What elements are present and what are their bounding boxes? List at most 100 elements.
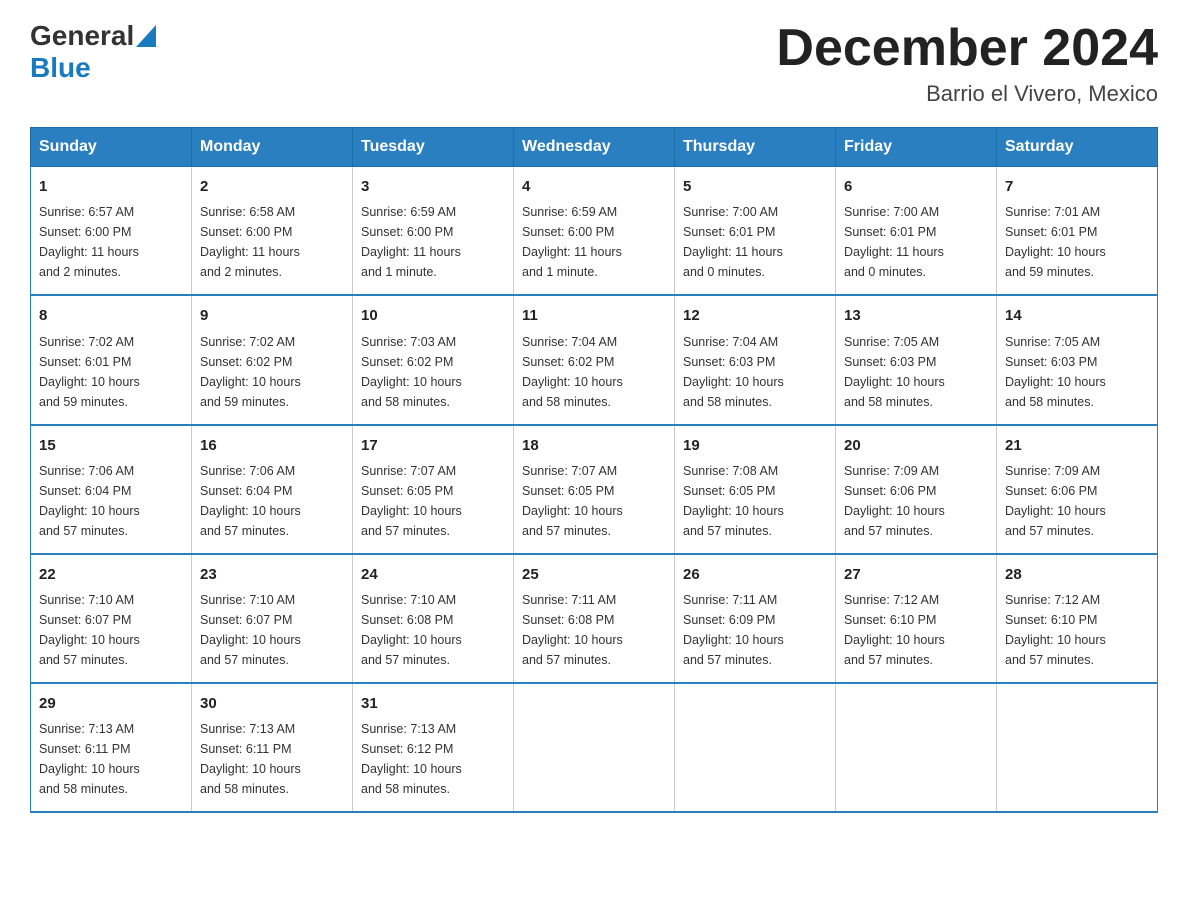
calendar-day-cell: 18 Sunrise: 7:07 AM Sunset: 6:05 PM Dayli… <box>514 425 675 554</box>
day-number: 9 <box>200 304 344 327</box>
calendar-day-cell: 24 Sunrise: 7:10 AM Sunset: 6:08 PM Dayli… <box>353 554 514 683</box>
calendar-day-cell: 30Sunrise: 7:13 AM Sunset: 6:11 PM Dayli… <box>192 683 353 812</box>
day-info: Sunrise: 7:11 AM Sunset: 6:09 PM Dayligh… <box>683 590 827 670</box>
day-number: 6 <box>844 175 988 198</box>
calendar-day-cell: 14 Sunrise: 7:05 AM Sunset: 6:03 PM Dayli… <box>997 295 1158 424</box>
calendar-day-cell: 25 Sunrise: 7:11 AM Sunset: 6:08 PM Dayli… <box>514 554 675 683</box>
day-info: Sunrise: 7:05 AM Sunset: 6:03 PM Dayligh… <box>844 332 988 412</box>
calendar-day-cell: 16Sunrise: 7:06 AM Sunset: 6:04 PM Dayli… <box>192 425 353 554</box>
day-info: Sunrise: 7:07 AM Sunset: 6:05 PM Dayligh… <box>522 461 666 541</box>
day-number: 22 <box>39 563 183 586</box>
day-info: Sunrise: 7:00 AM Sunset: 6:01 PM Dayligh… <box>844 202 988 282</box>
calendar-day-cell: 3Sunrise: 6:59 AM Sunset: 6:00 PM Daylig… <box>353 167 514 296</box>
day-info: Sunrise: 6:57 AM Sunset: 6:00 PM Dayligh… <box>39 202 183 282</box>
day-info: Sunrise: 7:00 AM Sunset: 6:01 PM Dayligh… <box>683 202 827 282</box>
day-number: 27 <box>844 563 988 586</box>
day-of-week-header: Friday <box>836 128 997 167</box>
calendar-day-cell: 9 Sunrise: 7:02 AM Sunset: 6:02 PM Daylig… <box>192 295 353 424</box>
day-of-week-header: Monday <box>192 128 353 167</box>
day-info: Sunrise: 7:02 AM Sunset: 6:01 PM Dayligh… <box>39 332 183 412</box>
day-of-week-header: Sunday <box>31 128 192 167</box>
calendar-day-cell: 17 Sunrise: 7:07 AM Sunset: 6:05 PM Dayli… <box>353 425 514 554</box>
calendar-day-cell <box>514 683 675 812</box>
location-subtitle: Barrio el Vivero, Mexico <box>776 81 1158 107</box>
calendar-week-row: 15 Sunrise: 7:06 AM Sunset: 6:04 PM Dayli… <box>31 425 1158 554</box>
calendar-day-cell: 10 Sunrise: 7:03 AM Sunset: 6:02 PM Dayli… <box>353 295 514 424</box>
calendar-week-row: 22 Sunrise: 7:10 AM Sunset: 6:07 PM Dayli… <box>31 554 1158 683</box>
calendar-day-cell: 11 Sunrise: 7:04 AM Sunset: 6:02 PM Dayli… <box>514 295 675 424</box>
calendar-week-row: 29 Sunrise: 7:13 AM Sunset: 6:11 PM Dayli… <box>31 683 1158 812</box>
day-info: Sunrise: 7:13 AM Sunset: 6:11 PM Dayligh… <box>39 719 183 799</box>
calendar-day-cell <box>997 683 1158 812</box>
logo-blue-text: Blue <box>30 52 91 83</box>
calendar-day-cell: 5 Sunrise: 7:00 AM Sunset: 6:01 PM Daylig… <box>675 167 836 296</box>
calendar-day-cell: 26 Sunrise: 7:11 AM Sunset: 6:09 PM Dayli… <box>675 554 836 683</box>
day-info: Sunrise: 6:59 AM Sunset: 6:00 PM Dayligh… <box>361 202 505 282</box>
month-title: December 2024 <box>776 20 1158 77</box>
calendar-day-cell: 1 Sunrise: 6:57 AM Sunset: 6:00 PM Daylig… <box>31 167 192 296</box>
calendar-day-cell: 15 Sunrise: 7:06 AM Sunset: 6:04 PM Dayli… <box>31 425 192 554</box>
day-info: Sunrise: 7:06 AM Sunset: 6:04 PM Dayligh… <box>39 461 183 541</box>
calendar-week-row: 1 Sunrise: 6:57 AM Sunset: 6:00 PM Daylig… <box>31 167 1158 296</box>
day-info: Sunrise: 7:04 AM Sunset: 6:03 PM Dayligh… <box>683 332 827 412</box>
day-of-week-header: Tuesday <box>353 128 514 167</box>
day-info: Sunrise: 6:59 AM Sunset: 6:00 PM Dayligh… <box>522 202 666 282</box>
day-info: Sunrise: 7:10 AM Sunset: 6:07 PM Dayligh… <box>200 590 344 670</box>
calendar-day-cell: 23 Sunrise: 7:10 AM Sunset: 6:07 PM Dayli… <box>192 554 353 683</box>
day-info: Sunrise: 7:11 AM Sunset: 6:08 PM Dayligh… <box>522 590 666 670</box>
calendar-day-cell: 4 Sunrise: 6:59 AM Sunset: 6:00 PM Daylig… <box>514 167 675 296</box>
day-info: Sunrise: 7:10 AM Sunset: 6:08 PM Dayligh… <box>361 590 505 670</box>
day-number: 7 <box>1005 175 1149 198</box>
calendar-day-cell: 6 Sunrise: 7:00 AM Sunset: 6:01 PM Daylig… <box>836 167 997 296</box>
day-number: 5 <box>683 175 827 198</box>
day-info: Sunrise: 7:07 AM Sunset: 6:05 PM Dayligh… <box>361 461 505 541</box>
day-number: 17 <box>361 434 505 457</box>
logo-general-text: General <box>30 20 134 52</box>
day-number: 24 <box>361 563 505 586</box>
day-of-week-header: Thursday <box>675 128 836 167</box>
day-number: 30 <box>200 692 344 715</box>
day-info: Sunrise: 7:04 AM Sunset: 6:02 PM Dayligh… <box>522 332 666 412</box>
day-number: 4 <box>522 175 666 198</box>
day-info: Sunrise: 7:09 AM Sunset: 6:06 PM Dayligh… <box>1005 461 1149 541</box>
day-number: 21 <box>1005 434 1149 457</box>
day-info: Sunrise: 7:08 AM Sunset: 6:05 PM Dayligh… <box>683 461 827 541</box>
day-info: Sunrise: 7:10 AM Sunset: 6:07 PM Dayligh… <box>39 590 183 670</box>
day-info: Sunrise: 7:02 AM Sunset: 6:02 PM Dayligh… <box>200 332 344 412</box>
calendar-day-cell: 28Sunrise: 7:12 AM Sunset: 6:10 PM Dayli… <box>997 554 1158 683</box>
calendar-day-cell: 13Sunrise: 7:05 AM Sunset: 6:03 PM Dayli… <box>836 295 997 424</box>
day-number: 25 <box>522 563 666 586</box>
day-info: Sunrise: 6:58 AM Sunset: 6:00 PM Dayligh… <box>200 202 344 282</box>
calendar-day-cell: 8 Sunrise: 7:02 AM Sunset: 6:01 PM Daylig… <box>31 295 192 424</box>
calendar-day-cell: 27Sunrise: 7:12 AM Sunset: 6:10 PM Dayli… <box>836 554 997 683</box>
title-block: December 2024 Barrio el Vivero, Mexico <box>776 20 1158 107</box>
day-number: 15 <box>39 434 183 457</box>
day-info: Sunrise: 7:06 AM Sunset: 6:04 PM Dayligh… <box>200 461 344 541</box>
calendar-day-cell: 22 Sunrise: 7:10 AM Sunset: 6:07 PM Dayli… <box>31 554 192 683</box>
day-number: 10 <box>361 304 505 327</box>
calendar-day-cell: 19 Sunrise: 7:08 AM Sunset: 6:05 PM Dayli… <box>675 425 836 554</box>
logo: General Blue <box>30 20 156 84</box>
page-header: General Blue December 2024 Barrio el Viv… <box>30 20 1158 107</box>
day-number: 14 <box>1005 304 1149 327</box>
calendar-day-cell <box>836 683 997 812</box>
calendar-day-cell: 2 Sunrise: 6:58 AM Sunset: 6:00 PM Daylig… <box>192 167 353 296</box>
calendar-table: SundayMondayTuesdayWednesdayThursdayFrid… <box>30 127 1158 813</box>
day-of-week-header: Saturday <box>997 128 1158 167</box>
day-info: Sunrise: 7:09 AM Sunset: 6:06 PM Dayligh… <box>844 461 988 541</box>
logo-arrow-icon <box>136 25 156 47</box>
day-number: 29 <box>39 692 183 715</box>
day-number: 1 <box>39 175 183 198</box>
day-info: Sunrise: 7:03 AM Sunset: 6:02 PM Dayligh… <box>361 332 505 412</box>
day-number: 19 <box>683 434 827 457</box>
day-number: 26 <box>683 563 827 586</box>
calendar-day-cell: 7Sunrise: 7:01 AM Sunset: 6:01 PM Daylig… <box>997 167 1158 296</box>
day-number: 8 <box>39 304 183 327</box>
calendar-day-cell: 20 Sunrise: 7:09 AM Sunset: 6:06 PM Dayli… <box>836 425 997 554</box>
day-number: 20 <box>844 434 988 457</box>
day-info: Sunrise: 7:05 AM Sunset: 6:03 PM Dayligh… <box>1005 332 1149 412</box>
day-number: 11 <box>522 304 666 327</box>
day-number: 18 <box>522 434 666 457</box>
day-number: 23 <box>200 563 344 586</box>
day-number: 2 <box>200 175 344 198</box>
